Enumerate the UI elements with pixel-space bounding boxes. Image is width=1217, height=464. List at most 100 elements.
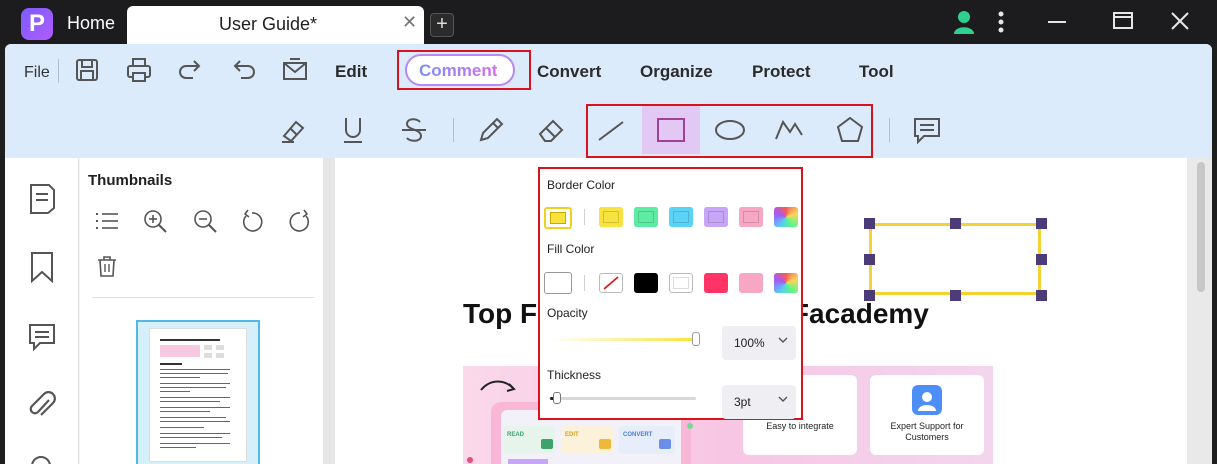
thickness-value: 3pt	[734, 395, 751, 409]
thumbnail-content-graphic	[160, 339, 230, 448]
list-view-icon[interactable]	[94, 208, 120, 234]
resize-handle[interactable]	[1036, 254, 1047, 265]
new-tab-button[interactable]: +	[430, 13, 454, 37]
thickness-label: Thickness	[547, 368, 602, 382]
support-icon	[912, 385, 942, 415]
search-icon[interactable]	[27, 452, 57, 464]
polyline-icon[interactable]	[773, 114, 805, 146]
close-window-icon[interactable]	[1170, 8, 1190, 36]
rotate-left-icon[interactable]	[239, 208, 265, 234]
zoom-in-icon[interactable]	[142, 208, 168, 234]
menu-file[interactable]: File	[24, 64, 50, 82]
fill-color-swatch[interactable]	[739, 273, 763, 293]
page-thumbnail-preview	[149, 328, 247, 462]
eraser-icon[interactable]	[535, 114, 567, 146]
attachment-icon[interactable]	[27, 388, 57, 422]
fill-color-swatch[interactable]	[669, 273, 693, 293]
underline-icon[interactable]	[337, 114, 369, 146]
svg-text:CONVERT: CONVERT	[623, 432, 653, 438]
menu-protect[interactable]: Protect	[752, 62, 811, 82]
fill-color-label: Fill Color	[547, 242, 595, 256]
bookmark-icon[interactable]	[27, 250, 57, 284]
toolbar-divider	[453, 118, 454, 142]
fill-color-swatch[interactable]	[634, 273, 658, 293]
title-bar: P Home User Guide* ✕ +	[0, 0, 1217, 44]
feature-card-label: Expert Support for Customers	[890, 421, 964, 442]
resize-handle[interactable]	[950, 290, 961, 301]
border-custom-color-swatch[interactable]	[774, 207, 798, 227]
opacity-dropdown[interactable]: 100%	[722, 326, 796, 360]
tab-user-guide[interactable]: User Guide* ✕	[127, 6, 424, 44]
menu-convert[interactable]: Convert	[537, 62, 601, 82]
pencil-icon[interactable]	[475, 114, 507, 146]
more-options-icon[interactable]	[996, 8, 1006, 36]
thumbnails-panel: Thumbnails	[80, 158, 323, 464]
svg-text:EDIT: EDIT	[565, 432, 579, 438]
border-color-swatch[interactable]	[704, 207, 728, 227]
delete-icon[interactable]	[95, 254, 121, 280]
app-logo[interactable]: P	[21, 8, 53, 40]
highlight-icon[interactable]	[278, 114, 310, 146]
tab-title: User Guide*	[219, 14, 318, 34]
feature-card-label: Easy to integrate	[766, 421, 834, 431]
border-color-swatch[interactable]	[669, 207, 693, 227]
rectangle-annotation[interactable]	[869, 223, 1041, 295]
opacity-slider-track[interactable]	[550, 338, 696, 341]
resize-handle[interactable]	[864, 290, 875, 301]
menu-divider	[58, 59, 59, 83]
email-icon[interactable]	[281, 56, 309, 84]
resize-handle[interactable]	[864, 254, 875, 265]
menu-organize[interactable]: Organize	[640, 62, 713, 82]
thickness-slider-track[interactable]	[550, 397, 696, 400]
page-thumbnails-icon[interactable]	[27, 182, 57, 216]
line-icon[interactable]	[595, 114, 627, 146]
maximize-icon[interactable]	[1112, 8, 1134, 36]
border-color-swatch[interactable]	[739, 207, 763, 227]
opacity-slider-knob[interactable]	[692, 332, 700, 346]
panel-splitter[interactable]	[323, 158, 335, 464]
note-icon[interactable]	[911, 114, 943, 146]
fill-color-swatch[interactable]	[704, 273, 728, 293]
strikethrough-icon[interactable]	[398, 114, 430, 146]
rectangle-icon[interactable]	[655, 114, 687, 146]
swatch-divider	[584, 209, 585, 225]
page-thumbnail[interactable]	[136, 320, 260, 464]
resize-handle[interactable]	[864, 218, 875, 229]
left-rail	[5, 158, 79, 464]
toolbar-divider	[889, 118, 890, 142]
ellipse-icon[interactable]	[714, 114, 746, 146]
border-color-swatch[interactable]	[599, 207, 623, 227]
resize-handle[interactable]	[1036, 218, 1047, 229]
chevron-down-icon	[778, 337, 788, 343]
user-account-icon[interactable]	[952, 8, 976, 36]
border-color-swatch[interactable]	[634, 207, 658, 227]
fill-custom-color-swatch[interactable]	[774, 273, 798, 293]
close-tab-icon[interactable]: ✕	[402, 12, 417, 33]
comments-icon[interactable]	[27, 320, 57, 354]
border-color-label: Border Color	[547, 178, 616, 192]
menu-edit[interactable]: Edit	[335, 62, 367, 82]
print-icon[interactable]	[125, 56, 153, 84]
resize-handle[interactable]	[950, 218, 961, 229]
fill-color-selected-swatch[interactable]	[544, 272, 572, 294]
feature-card: Expert Support for Customers	[870, 375, 984, 455]
vertical-scrollbar[interactable]	[1197, 162, 1205, 292]
opacity-label: Opacity	[547, 306, 588, 320]
thickness-slider-knob[interactable]	[553, 392, 562, 404]
resize-handle[interactable]	[1036, 290, 1047, 301]
save-icon[interactable]	[73, 56, 101, 84]
minimize-icon[interactable]	[1047, 8, 1067, 36]
polygon-icon[interactable]	[834, 114, 866, 146]
tab-home[interactable]: Home	[67, 13, 115, 34]
shape-properties-popup: Border Color Fill Color Opacity 100% Thi…	[538, 167, 803, 420]
swatch-divider	[584, 275, 585, 291]
fill-no-fill-swatch[interactable]	[599, 273, 623, 293]
thickness-dropdown[interactable]: 3pt	[722, 385, 796, 419]
zoom-out-icon[interactable]	[192, 208, 218, 234]
border-color-selected-swatch[interactable]	[544, 207, 572, 229]
rotate-right-icon[interactable]	[287, 208, 313, 234]
comment-highlight-box	[397, 50, 531, 90]
undo-icon[interactable]	[229, 56, 257, 84]
redo-icon[interactable]	[177, 56, 205, 84]
menu-tool[interactable]: Tool	[859, 62, 894, 82]
